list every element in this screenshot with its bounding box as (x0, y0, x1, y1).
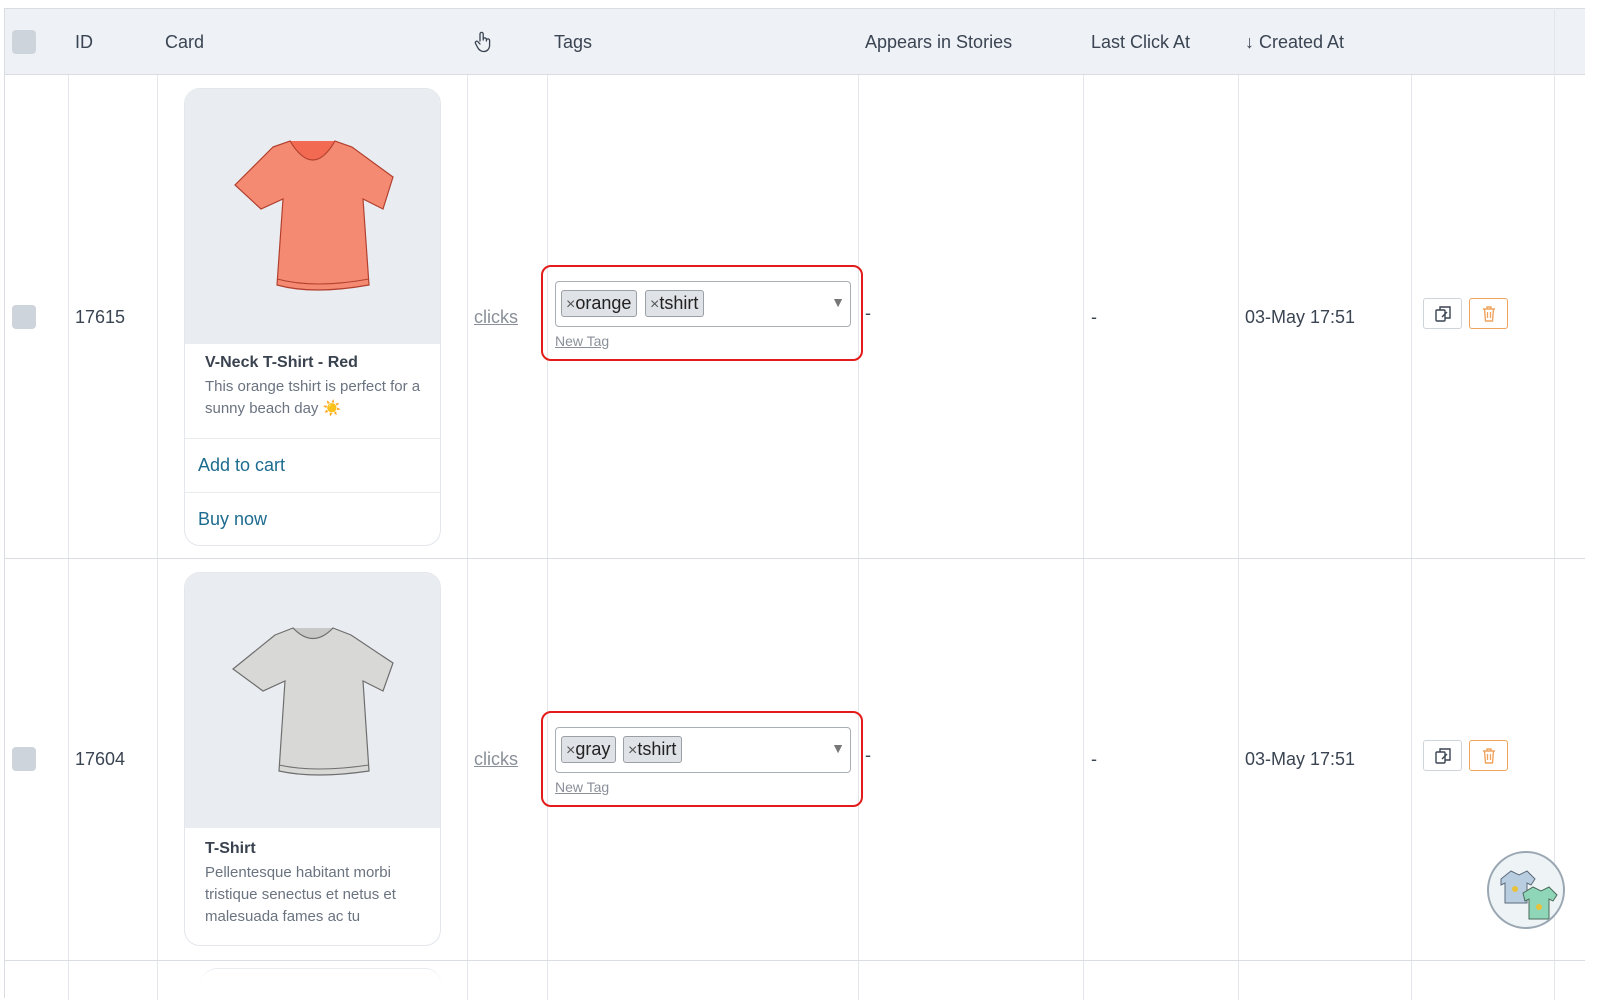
header-last-click-at[interactable]: Last Click At (1091, 9, 1190, 75)
header-clicks[interactable] (473, 31, 493, 55)
card-title: T-Shirt (205, 840, 256, 857)
gray-tshirt-image (232, 627, 394, 776)
delete-button[interactable] (1469, 740, 1508, 771)
remove-tag-icon[interactable]: × (650, 296, 659, 313)
tag-chip[interactable]: ×orange (561, 290, 638, 317)
tags-select[interactable]: ×gray ×tshirt ▼ (555, 727, 851, 773)
row-checkbox[interactable] (12, 305, 36, 329)
tag-label: tshirt (659, 293, 699, 313)
copy-icon (1434, 305, 1451, 322)
tags-highlight: ×orange ×tshirt ▼ New Tag (541, 265, 863, 361)
appears-in-stories-value: - (865, 745, 871, 765)
row-id: 17615 (75, 307, 126, 327)
last-click-value: - (1091, 307, 1097, 327)
remove-tag-icon[interactable]: × (566, 296, 575, 313)
header-card[interactable]: Card (165, 9, 204, 75)
tag-label: orange (575, 293, 632, 313)
trash-icon (1482, 747, 1495, 764)
product-card: T-Shirt Pellentesque habitant morbi tris… (184, 572, 441, 946)
table-header: ID Card Tags Appears in Stories Last Cli… (5, 8, 1585, 75)
select-all-checkbox[interactable] (12, 30, 36, 54)
header-appears-in-stories[interactable]: Appears in Stories (865, 9, 1012, 75)
appears-in-stories-value: - (865, 303, 871, 323)
tags-highlight: ×gray ×tshirt ▼ New Tag (541, 711, 863, 807)
trash-icon (1482, 305, 1495, 322)
header-tags[interactable]: Tags (554, 9, 592, 75)
clicks-link[interactable]: clicks (474, 307, 518, 328)
add-to-cart-button[interactable]: Add to cart (185, 438, 440, 491)
card-description: Pellentesque habitant morbi tristique se… (205, 864, 396, 925)
row-checkbox[interactable] (12, 747, 36, 771)
tag-chip[interactable]: ×gray (561, 736, 617, 763)
product-card: V-Neck T-Shirt - Red This orange tshirt … (184, 88, 441, 546)
new-tag-link[interactable]: New Tag (555, 333, 609, 349)
tag-label: tshirt (637, 739, 677, 759)
floating-preview-bubble[interactable] (1487, 851, 1565, 929)
dropdown-caret-icon[interactable]: ▼ (831, 740, 845, 756)
pointer-hand-icon (474, 31, 491, 53)
table-row (201, 968, 441, 999)
product-image (185, 89, 440, 344)
card-description: This orange tshirt is perfect for a sunn… (205, 378, 421, 417)
clothing-preview-icon (1500, 870, 1558, 920)
buy-now-button[interactable]: Buy now (185, 492, 440, 545)
shirt-body (234, 140, 394, 291)
created-at-value: 03-May 17:51 (1245, 307, 1356, 327)
delete-button[interactable] (1469, 298, 1508, 329)
cards-table: ID Card Tags Appears in Stories Last Cli… (4, 8, 1585, 1000)
header-created-at[interactable]: ↓ Created At (1245, 9, 1344, 75)
card-title: V-Neck T-Shirt - Red (205, 354, 358, 371)
remove-tag-icon[interactable]: × (566, 742, 575, 759)
clicks-link[interactable]: clicks (474, 749, 518, 770)
tag-chip[interactable]: ×tshirt (623, 736, 683, 763)
shirt-body (232, 627, 394, 776)
copy-button[interactable] (1423, 740, 1462, 771)
last-click-value: - (1091, 749, 1097, 769)
tag-label: gray (575, 739, 611, 759)
tag-chip[interactable]: ×tshirt (645, 290, 705, 317)
remove-tag-icon[interactable]: × (628, 742, 637, 759)
dropdown-caret-icon[interactable]: ▼ (831, 294, 845, 310)
copy-icon (1434, 747, 1451, 764)
created-at-value: 03-May 17:51 (1245, 749, 1356, 769)
new-tag-link[interactable]: New Tag (555, 779, 609, 795)
orange-tshirt-image (234, 140, 394, 291)
product-image (185, 573, 440, 828)
row-id: 17604 (75, 749, 126, 769)
copy-button[interactable] (1423, 298, 1462, 329)
tags-select[interactable]: ×orange ×tshirt ▼ (555, 281, 851, 327)
header-id[interactable]: ID (75, 9, 93, 75)
